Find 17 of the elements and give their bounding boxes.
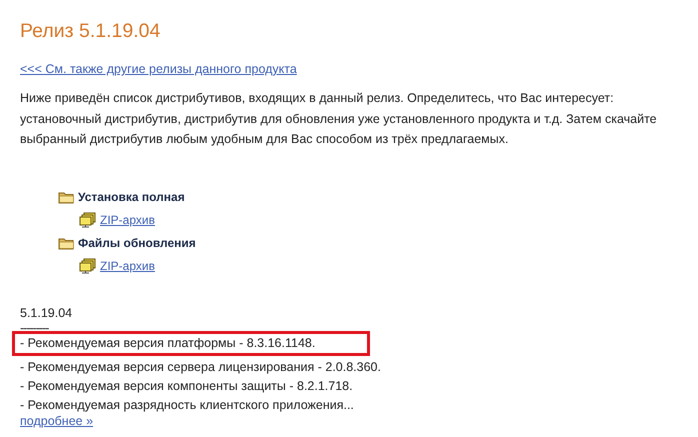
page-title: Релиз 5.1.19.04 — [20, 19, 162, 44]
note-text: - Рекомендуемая разрядность клиентского приложения... — [19, 396, 355, 414]
highlighted-note: - Рекомендуемая версия платформы - 8.3.16.1148. — [12, 330, 370, 356]
note-text: - Рекомендуемая версия сервера лицензирования - 2.0.8.360. — [19, 358, 382, 376]
archive-icon — [79, 258, 97, 274]
folder-label: Установка полная — [78, 190, 185, 204]
intro-paragraph: Ниже приведён список дистрибутивов, входящих в данный релиз. Определитесь, что Вас интересует: установочный дистрибутив, дистрибутив для обновления уже установленного продукта и т.д. Затем скачайте выбранный дистрибутив любым удобным для Вас способом из трёх предлагаемых. — [20, 90, 658, 148]
download-link[interactable]: ZIP-архив — [100, 213, 155, 227]
archive-icon — [79, 212, 97, 228]
folder-label: Файлы обновления — [78, 236, 196, 250]
more-link[interactable]: подробнее » — [20, 414, 94, 428]
folder-icon — [58, 190, 75, 204]
other-releases-link[interactable]: <<< См. также другие релизы данного продукта — [20, 62, 297, 76]
version-text: 5.1.19.04 — [20, 306, 72, 320]
folder-icon — [58, 236, 75, 250]
note-text: - Рекомендуемая версия компоненты защиты - 8.2.1.718. — [19, 378, 354, 395]
download-link[interactable]: ZIP-архив — [100, 259, 155, 273]
